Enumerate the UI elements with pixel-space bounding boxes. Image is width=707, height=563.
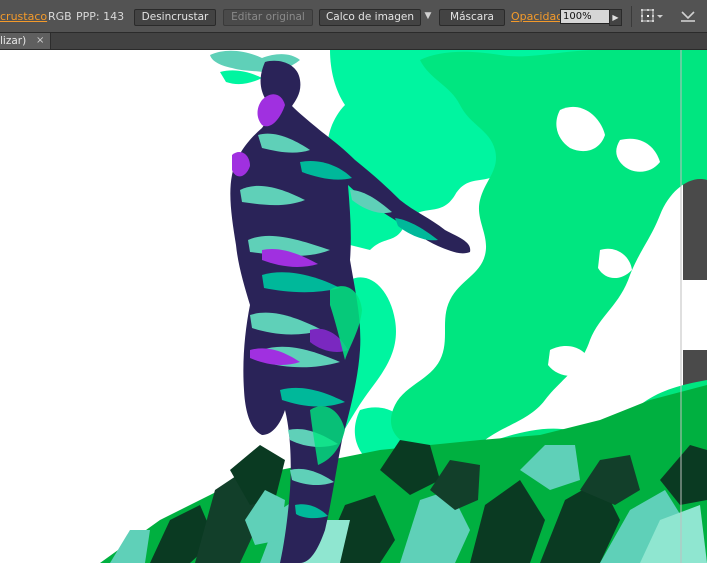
transform-grid-icon[interactable]: [640, 7, 664, 26]
dropdown-arrow-icon[interactable]: ▼: [422, 9, 434, 24]
ppi-label: PPP: 143: [76, 10, 125, 23]
close-icon[interactable]: ×: [36, 33, 44, 49]
panel-menu-icon[interactable]: [677, 7, 699, 26]
opacity-slider-arrow-icon[interactable]: ▶: [609, 9, 622, 26]
control-bar: crustaco RGB PPP: 143 Desincrustar Edita…: [0, 0, 707, 33]
opacity-input[interactable]: 100%: [560, 9, 610, 24]
artwork-illustration: [100, 50, 707, 563]
toolbar-separator: [631, 6, 632, 27]
image-trace-button[interactable]: Calco de imagen: [319, 9, 421, 26]
embedded-link-label[interactable]: crustaco: [0, 8, 47, 25]
unembed-button[interactable]: Desincrustar: [134, 9, 216, 26]
document-tab-bar: lizar) ×: [0, 33, 707, 50]
artboard-canvas[interactable]: [0, 50, 707, 563]
pasteboard-strip: [683, 170, 707, 280]
edit-original-button: Editar original: [223, 9, 313, 26]
color-mode-label: RGB: [48, 10, 72, 23]
document-tab[interactable]: lizar) ×: [0, 33, 51, 49]
document-tab-title: lizar): [0, 35, 27, 47]
mask-button[interactable]: Máscara: [439, 9, 505, 26]
opacity-label[interactable]: Opacidad:: [511, 8, 567, 25]
